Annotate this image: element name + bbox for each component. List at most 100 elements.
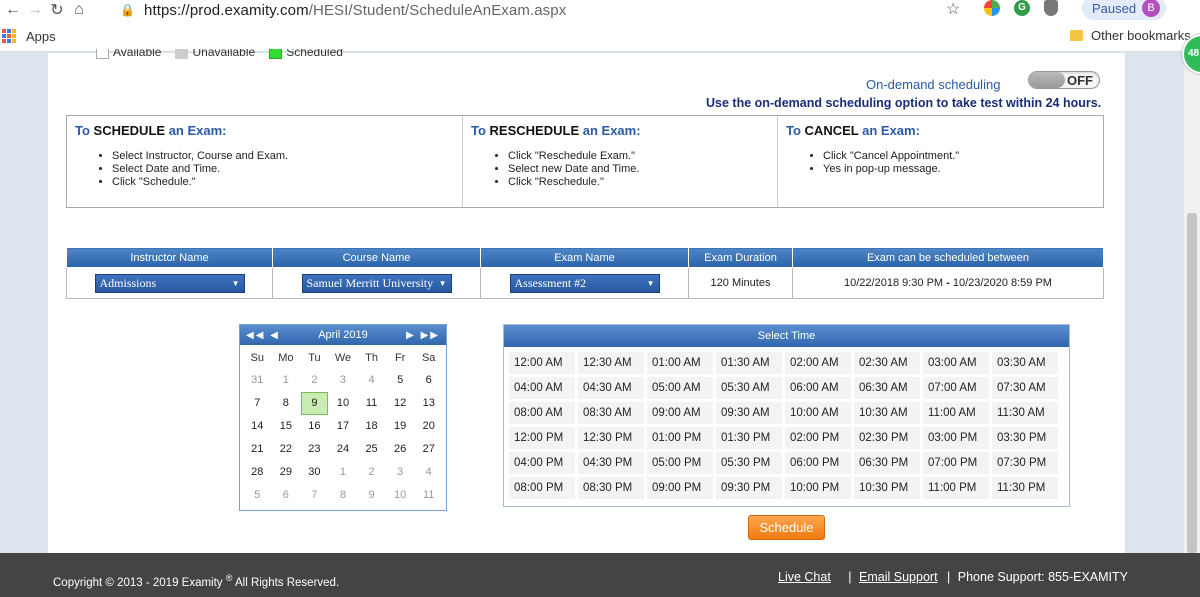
calendar-day[interactable]: 22 xyxy=(272,438,301,461)
calendar-day[interactable]: 2 xyxy=(300,369,329,392)
time-slot[interactable]: 01:00 AM xyxy=(647,352,713,374)
prev-month-icon[interactable]: ◀ xyxy=(270,330,280,341)
time-slot[interactable]: 07:00 AM xyxy=(923,377,989,399)
calendar-day[interactable]: 7 xyxy=(300,484,329,507)
calendar-day[interactable]: 4 xyxy=(414,461,443,484)
calendar-day[interactable]: 3 xyxy=(386,461,415,484)
time-slot[interactable]: 07:30 PM xyxy=(992,452,1058,474)
other-bookmarks[interactable]: Other bookmarks xyxy=(1070,28,1191,43)
time-slot[interactable]: 10:30 AM xyxy=(854,402,920,424)
time-slot[interactable]: 12:00 PM xyxy=(509,427,575,449)
time-slot[interactable]: 10:00 AM xyxy=(785,402,851,424)
time-slot[interactable]: 02:30 PM xyxy=(854,427,920,449)
time-slot[interactable]: 07:30 AM xyxy=(992,377,1058,399)
lock-icon[interactable]: 🔒 xyxy=(120,3,136,17)
apps-grid-icon[interactable] xyxy=(2,29,16,43)
live-chat-link[interactable]: Live Chat xyxy=(778,570,831,584)
calendar-day[interactable]: 1 xyxy=(272,369,301,392)
calendar-day[interactable]: 27 xyxy=(414,438,443,461)
calendar-day[interactable]: 30 xyxy=(300,461,329,484)
calendar-day[interactable]: 10 xyxy=(329,392,358,415)
time-slot[interactable]: 10:30 PM xyxy=(854,477,920,499)
reload-icon[interactable]: ↻ xyxy=(46,0,68,20)
calendar-day[interactable]: 20 xyxy=(414,415,443,438)
email-support-link[interactable]: Email Support xyxy=(859,570,938,584)
time-slot[interactable]: 09:00 PM xyxy=(647,477,713,499)
calendar-day[interactable]: 10 xyxy=(386,484,415,507)
time-slot[interactable]: 11:30 PM xyxy=(992,477,1058,499)
calendar-day[interactable]: 17 xyxy=(329,415,358,438)
time-slot[interactable]: 01:30 PM xyxy=(716,427,782,449)
calendar-day[interactable]: 9 xyxy=(357,484,386,507)
ondemand-toggle[interactable]: OFF xyxy=(1028,71,1100,89)
time-slot[interactable]: 02:00 AM xyxy=(785,352,851,374)
calendar-day[interactable]: 7 xyxy=(243,392,272,415)
schedule-button[interactable]: Schedule xyxy=(748,515,825,540)
time-slot[interactable]: 11:00 AM xyxy=(923,402,989,424)
time-slot[interactable]: 04:00 AM xyxy=(509,377,575,399)
calendar-day[interactable]: 6 xyxy=(414,369,443,392)
calendar-day[interactable]: 13 xyxy=(414,392,443,415)
calendar-day[interactable]: 4 xyxy=(357,369,386,392)
time-slot[interactable]: 02:00 PM xyxy=(785,427,851,449)
time-slot[interactable]: 06:00 PM xyxy=(785,452,851,474)
time-slot[interactable]: 11:30 AM xyxy=(992,402,1058,424)
time-slot[interactable]: 08:30 AM xyxy=(578,402,644,424)
instructor-select[interactable]: Admissions ▼ xyxy=(94,273,245,293)
calendar-day[interactable]: 11 xyxy=(357,392,386,415)
page-scrollbar[interactable] xyxy=(1184,53,1200,553)
time-slot[interactable]: 11:00 PM xyxy=(923,477,989,499)
next-month-icon[interactable]: ▶ xyxy=(406,330,416,341)
calendar-day[interactable]: 24 xyxy=(329,438,358,461)
calendar-day[interactable]: 31 xyxy=(243,369,272,392)
time-slot[interactable]: 07:00 PM xyxy=(923,452,989,474)
calendar-day[interactable]: 11 xyxy=(414,484,443,507)
time-slot[interactable]: 03:30 PM xyxy=(992,427,1058,449)
time-slot[interactable]: 01:00 PM xyxy=(647,427,713,449)
exam-select[interactable]: Assessment #2 ▼ xyxy=(509,273,660,293)
calendar-day[interactable]: 1 xyxy=(329,461,358,484)
calendar-day[interactable]: 8 xyxy=(272,392,301,415)
prev-year-icon[interactable]: ◀◀ xyxy=(246,330,265,341)
calendar-day[interactable]: 19 xyxy=(386,415,415,438)
time-slot[interactable]: 06:30 PM xyxy=(854,452,920,474)
time-slot[interactable]: 08:00 PM xyxy=(509,477,575,499)
time-slot[interactable]: 09:00 AM xyxy=(647,402,713,424)
time-slot[interactable]: 08:00 AM xyxy=(509,402,575,424)
time-slot[interactable]: 12:00 AM xyxy=(509,352,575,374)
grammarly-icon[interactable]: G xyxy=(1014,0,1030,16)
extension-color-icon[interactable] xyxy=(984,0,1000,16)
time-slot[interactable]: 04:30 PM xyxy=(578,452,644,474)
profile-paused-button[interactable]: Paused B xyxy=(1082,0,1166,20)
calendar-day[interactable]: 15 xyxy=(272,415,301,438)
time-slot[interactable]: 06:30 AM xyxy=(854,377,920,399)
time-slot[interactable]: 10:00 PM xyxy=(785,477,851,499)
time-slot[interactable]: 05:30 PM xyxy=(716,452,782,474)
course-select[interactable]: Samuel Merritt University ▼ xyxy=(301,273,452,293)
shield-extension-icon[interactable] xyxy=(1044,0,1058,16)
calendar-day[interactable]: 14 xyxy=(243,415,272,438)
time-slot[interactable]: 01:30 AM xyxy=(716,352,782,374)
time-slot[interactable]: 09:30 PM xyxy=(716,477,782,499)
calendar-day[interactable]: 2 xyxy=(357,461,386,484)
calendar-day-selected[interactable]: 9 xyxy=(301,392,328,415)
scroll-thumb[interactable] xyxy=(1187,213,1197,553)
calendar-day[interactable]: 16 xyxy=(300,415,329,438)
calendar-day[interactable]: 26 xyxy=(386,438,415,461)
apps-bookmark[interactable]: Apps xyxy=(26,29,56,44)
forward-icon[interactable]: → xyxy=(24,0,46,20)
time-slot[interactable]: 04:30 AM xyxy=(578,377,644,399)
calendar-day[interactable]: 6 xyxy=(272,484,301,507)
calendar-day[interactable]: 28 xyxy=(243,461,272,484)
time-slot[interactable]: 04:00 PM xyxy=(509,452,575,474)
back-icon[interactable]: ← xyxy=(2,0,24,20)
time-slot[interactable]: 03:30 AM xyxy=(992,352,1058,374)
calendar-day[interactable]: 8 xyxy=(329,484,358,507)
time-slot[interactable]: 05:00 AM xyxy=(647,377,713,399)
time-slot[interactable]: 08:30 PM xyxy=(578,477,644,499)
time-slot[interactable]: 12:30 AM xyxy=(578,352,644,374)
time-slot[interactable]: 02:30 AM xyxy=(854,352,920,374)
time-slot[interactable]: 05:00 PM xyxy=(647,452,713,474)
calendar-day[interactable]: 25 xyxy=(357,438,386,461)
calendar-day[interactable]: 5 xyxy=(386,369,415,392)
